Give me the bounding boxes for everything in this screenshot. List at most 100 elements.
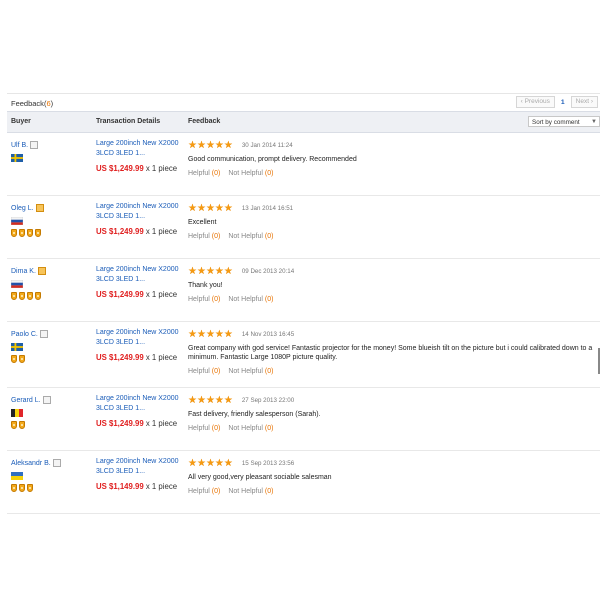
star-rating: ★ ★ ★ ★ ★: [188, 458, 233, 469]
buyer-name-link[interactable]: Dima K.: [11, 267, 46, 275]
order-quantity: x 1 piece: [143, 482, 178, 491]
star-icon: ★: [223, 266, 233, 277]
star-icon: ★: [188, 329, 197, 340]
feedback-date: 13 Jan 2014 16:51: [241, 205, 294, 212]
buyer-level-icon: [35, 204, 44, 212]
medal-icon: [11, 229, 17, 237]
helpful-label: Helpful: [188, 425, 210, 432]
sort-select-value: Sort by comment: [532, 119, 580, 126]
column-header-feedback: Feedback: [188, 118, 221, 125]
column-header-transaction: Transaction Details: [96, 118, 161, 125]
product-link[interactable]: Large 200inch New X2000 3LCD 3LED 1...: [96, 265, 184, 285]
star-icon: ★: [223, 458, 233, 469]
helpful-link[interactable]: Helpful (0): [188, 488, 220, 495]
helpful-count: (0): [211, 233, 221, 240]
price-amount: US $1,149.99: [96, 482, 144, 491]
medal-icon: [27, 292, 33, 300]
buyer-name: Paolo C.: [11, 330, 38, 338]
feedback-date: 27 Sep 2013 22:00: [241, 397, 295, 404]
transaction-details: Large 200inch New X2000 3LCD 3LED 1... US…: [96, 139, 184, 174]
star-icon: ★: [214, 458, 224, 469]
product-link[interactable]: Large 200inch New X2000 3LCD 3LED 1...: [96, 457, 184, 477]
product-link[interactable]: Large 200inch New X2000 3LCD 3LED 1...: [96, 202, 184, 222]
order-quantity: x 1 piece: [143, 227, 178, 236]
not-helpful-link[interactable]: Not Helpful (0): [228, 170, 273, 177]
feedback-text: Good communication, prompt delivery. Rec…: [188, 156, 357, 163]
buyer-level-icon: [30, 141, 39, 149]
star-icon: ★: [196, 458, 206, 469]
not-helpful-link[interactable]: Not Helpful (0): [228, 425, 273, 432]
not-helpful-label: Not Helpful: [228, 368, 263, 375]
not-helpful-label: Not Helpful: [228, 170, 263, 177]
buyer-medals: [11, 421, 25, 429]
star-icon: ★: [188, 458, 197, 469]
not-helpful-link[interactable]: Not Helpful (0): [228, 233, 273, 240]
buyer-name-link[interactable]: Ulf B.: [11, 141, 39, 149]
helpful-votes: Helpful (0) Not Helpful (0): [188, 170, 600, 177]
review-row: Dima K. Large 200inch New X2000 3LCD 3LED…: [7, 259, 600, 322]
not-helpful-link[interactable]: Not Helpful (0): [228, 296, 273, 303]
star-icon: ★: [196, 140, 206, 151]
medal-icon: [11, 355, 17, 363]
sort-select[interactable]: Sort by comment ▼: [528, 116, 600, 127]
not-helpful-label: Not Helpful: [228, 296, 263, 303]
helpful-link[interactable]: Helpful (0): [188, 368, 220, 375]
helpful-link[interactable]: Helpful (0): [188, 233, 220, 240]
medal-icon: [11, 292, 17, 300]
product-link[interactable]: Large 200inch New X2000 3LCD 3LED 1...: [96, 328, 184, 348]
buyer-name-link[interactable]: Oleg L.: [11, 204, 44, 212]
helpful-link[interactable]: Helpful (0): [188, 170, 220, 177]
star-icon: ★: [205, 329, 215, 340]
star-icon: ★: [205, 395, 215, 406]
feedback-date: 30 Jan 2014 11:24: [241, 142, 293, 149]
star-icon: ★: [196, 266, 206, 277]
feedback-content: ★ ★ ★ ★ ★ 30 Jan 2014 11:24 Good communication…: [188, 140, 600, 178]
feedback-date: 14 Nov 2013 16:45: [241, 331, 295, 338]
buyer-name: Dima K.: [11, 267, 36, 275]
medal-icon: [27, 229, 33, 237]
not-helpful-link[interactable]: Not Helpful (0): [228, 488, 273, 495]
not-helpful-count: (0): [264, 368, 274, 375]
transaction-details: Large 200inch New X2000 3LCD 3LED 1... US…: [96, 394, 184, 429]
star-icon: ★: [214, 140, 224, 151]
helpful-count: (0): [211, 488, 221, 495]
review-row: Aleksandr B. Large 200inch New X2000 3LCD…: [7, 451, 600, 514]
buyer-name-link[interactable]: Aleksandr B.: [11, 459, 61, 467]
feedback-panel: Feedback(6) ‹ Previous 1 Next › Buyer Tr…: [7, 93, 600, 514]
not-helpful-link[interactable]: Not Helpful (0): [228, 368, 273, 375]
star-icon: ★: [205, 266, 215, 277]
helpful-label: Helpful: [188, 296, 210, 303]
previous-page-button[interactable]: ‹ Previous: [515, 96, 555, 108]
feedback-text: Fast delivery, friendly salesperson (Sar…: [188, 411, 321, 418]
product-link[interactable]: Large 200inch New X2000 3LCD 3LED 1...: [96, 394, 184, 414]
helpful-link[interactable]: Helpful (0): [188, 296, 220, 303]
buyer-medals: [11, 292, 41, 300]
buyer-medals: [11, 229, 41, 237]
order-quantity: x 1 piece: [143, 164, 178, 173]
feedback-count-close: ): [50, 99, 54, 108]
helpful-link[interactable]: Helpful (0): [188, 425, 220, 432]
price-amount: US $1,249.99: [96, 290, 144, 299]
order-price: US $1,249.99 x 1 piece: [96, 353, 184, 363]
medal-icon: [19, 292, 25, 300]
next-page-button[interactable]: Next ›: [570, 96, 598, 108]
medal-icon: [19, 484, 25, 492]
star-icon: ★: [188, 140, 197, 151]
order-quantity: x 1 piece: [143, 419, 178, 428]
price-amount: US $1,249.99: [96, 164, 144, 173]
buyer-name-link[interactable]: Paolo C.: [11, 330, 48, 338]
feedback-content: ★ ★ ★ ★ ★ 09 Dec 2013 20:14 Thank you! Helpful …: [188, 266, 600, 304]
order-price: US $1,249.99 x 1 piece: [96, 227, 184, 237]
product-link[interactable]: Large 200inch New X2000 3LCD 3LED 1...: [96, 139, 184, 159]
current-page-number[interactable]: 1: [559, 99, 567, 106]
order-quantity: x 1 piece: [143, 290, 178, 299]
buyer-name-link[interactable]: Gerard L.: [11, 396, 51, 404]
star-icon: ★: [188, 266, 197, 277]
star-icon: ★: [188, 395, 197, 406]
country-flag-icon: [10, 279, 24, 289]
buyer-level-icon: [42, 396, 51, 404]
feedback-content: ★ ★ ★ ★ ★ 14 Nov 2013 16:45 Great company with…: [188, 329, 600, 376]
medal-icon: [35, 229, 41, 237]
star-rating: ★ ★ ★ ★ ★: [188, 395, 233, 406]
order-quantity: x 1 piece: [143, 353, 178, 362]
